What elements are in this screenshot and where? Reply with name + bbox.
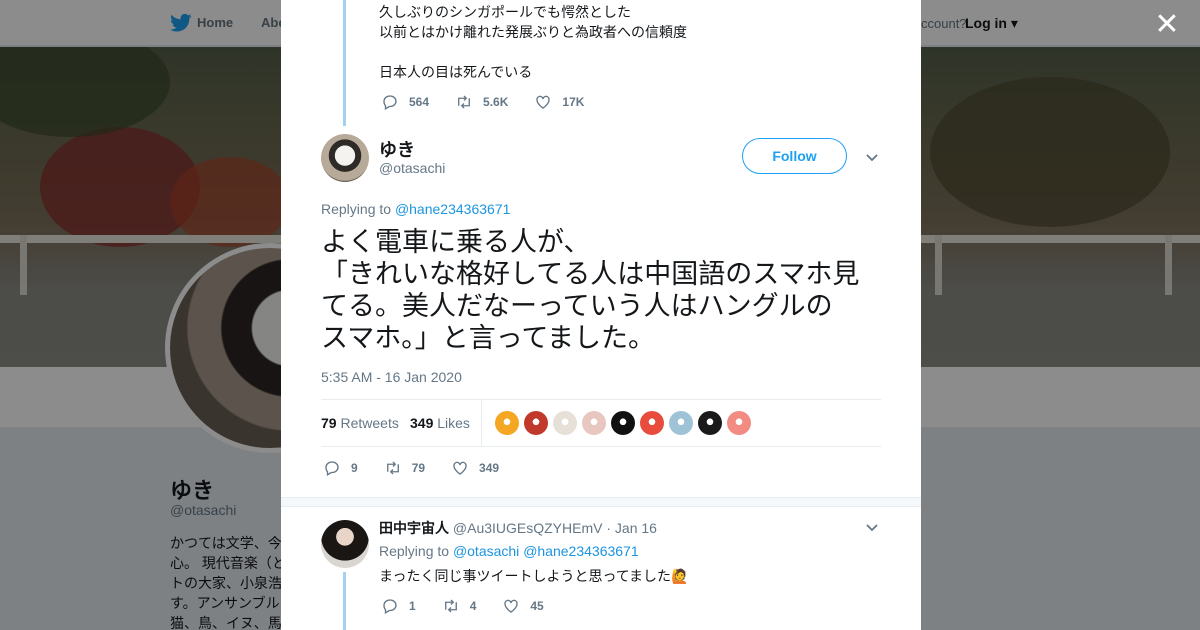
tweet-line: 久しぶりのシンガポールでも愕然とした: [379, 4, 631, 20]
mention-link[interactable]: @hane234363671: [395, 201, 510, 217]
reply-count: 9: [351, 461, 358, 475]
liker-avatar[interactable]: [640, 411, 664, 435]
heart-icon: [536, 95, 551, 109]
retweet-action[interactable]: 79: [384, 459, 425, 477]
likes-stat-label: Likes: [437, 415, 470, 431]
chevron-down-icon[interactable]: [864, 149, 880, 165]
thread-line: [343, 0, 346, 126]
tweet-stats: 79 Retweets 349 Likes: [321, 399, 881, 447]
liker-avatar[interactable]: [698, 411, 722, 435]
like-action[interactable]: 17K: [534, 93, 584, 111]
liker-avatar[interactable]: [524, 411, 548, 435]
reply-action[interactable]: 564: [381, 93, 429, 111]
like-action[interactable]: 349: [451, 459, 499, 477]
heart-icon: [504, 599, 519, 613]
like-count: 45: [530, 599, 544, 613]
reply-count: 564: [409, 95, 430, 109]
reply-replying-to-line: Replying to @otasachi @hane234363671: [379, 543, 639, 559]
reply-action[interactable]: 9: [323, 459, 358, 477]
tweet-modal: 久しぶりのシンガポールでも愕然とした 以前とはかけ離れた発展ぶりと為政者への信頼…: [281, 0, 921, 630]
retweet-count: 5.6K: [483, 95, 509, 109]
reply-header: 田中宇宙人 @Au3IUGEsQZYHEmV · Jan 16: [379, 518, 657, 538]
reply-icon: [383, 599, 397, 614]
retweet-count: 4: [469, 599, 477, 613]
tweet-line: 「きれいな格好してる人は中国語のスマホ見: [321, 259, 860, 289]
reply-count: 1: [409, 599, 416, 613]
previous-tweet-actions: 564 5.6K 17K: [381, 93, 610, 111]
reply-author-name[interactable]: 田中宇宙人: [379, 520, 449, 536]
reply-date[interactable]: · Jan 16: [606, 520, 657, 536]
reply-icon: [383, 95, 397, 110]
heart-icon: [453, 461, 467, 475]
close-icon[interactable]: ✕: [1152, 10, 1182, 40]
main-tweet-text: よく電車に乗る人が、 「きれいな格好してる人は中国語のスマホ見 てる。美人だなー…: [321, 226, 886, 354]
liker-avatar[interactable]: [495, 411, 519, 435]
reply-author-handle[interactable]: @Au3IUGEsQZYHEmV: [453, 520, 603, 536]
replying-prefix: Replying to: [321, 201, 392, 217]
mention-link[interactable]: @otasachi: [453, 543, 519, 559]
replying-prefix: Replying to: [379, 543, 450, 559]
liker-avatar[interactable]: [553, 411, 577, 435]
reply-author-avatar[interactable]: [321, 520, 369, 568]
liker-avatar[interactable]: [727, 411, 751, 435]
liker-avatar[interactable]: [611, 411, 635, 435]
replying-to-line: Replying to @hane234363671: [321, 201, 510, 217]
tweet-line: [379, 42, 687, 62]
reply-tweet-actions: 1 4 45: [381, 597, 570, 615]
reply-icon: [325, 461, 339, 476]
reply-action[interactable]: 1: [381, 597, 416, 615]
tweet-line: 日本人の目は死んでいる: [379, 64, 533, 80]
previous-tweet-text: 久しぶりのシンガポールでも愕然とした 以前とはかけ離れた発展ぶりと為政者への信頼…: [379, 2, 687, 82]
stats-divider: [481, 400, 482, 446]
tweet-timestamp[interactable]: 5:35 AM - 16 Jan 2020: [321, 369, 462, 385]
retweet-action[interactable]: 4: [442, 597, 477, 615]
liker-avatars: [495, 411, 756, 435]
retweets-stat-label: Retweets: [340, 415, 399, 431]
chevron-down-icon[interactable]: [864, 519, 880, 535]
main-tweet-actions: 9 79 349: [323, 459, 525, 477]
like-count: 17K: [562, 95, 585, 109]
likes-stat-count: 349: [410, 415, 434, 431]
tweet-line: よく電車に乗る人が、: [321, 227, 591, 257]
retweet-icon: [386, 461, 399, 475]
follow-button[interactable]: Follow: [742, 138, 847, 174]
mention-link[interactable]: @hane234363671: [523, 543, 638, 559]
retweets-stat-count: 79: [321, 415, 337, 431]
like-action[interactable]: 45: [502, 597, 544, 615]
liker-avatar[interactable]: [582, 411, 606, 435]
author-name[interactable]: ゆき: [379, 136, 415, 162]
author-avatar[interactable]: [321, 134, 369, 182]
section-separator: [281, 497, 921, 507]
retweets-stat[interactable]: 79 Retweets: [321, 415, 399, 431]
retweet-action[interactable]: 5.6K: [455, 93, 508, 111]
retweet-icon: [458, 95, 470, 109]
reply-tweet-text: まったく同じ事ツイートしようと思ってました🙋: [379, 568, 689, 584]
retweet-count: 79: [411, 461, 426, 475]
retweet-icon: [444, 599, 457, 613]
tweet-line: 以前とはかけ離れた発展ぶりと為政者への信頼度: [379, 24, 687, 40]
tweet-line: スマホ。」と言ってました。: [321, 323, 655, 353]
likes-stat[interactable]: 349 Likes: [410, 415, 470, 431]
author-handle[interactable]: @otasachi: [379, 160, 445, 176]
like-count: 349: [479, 461, 500, 475]
liker-avatar[interactable]: [669, 411, 693, 435]
thread-line: [343, 572, 346, 630]
tweet-line: てる。美人だなーっていう人はハングルの: [321, 291, 833, 321]
